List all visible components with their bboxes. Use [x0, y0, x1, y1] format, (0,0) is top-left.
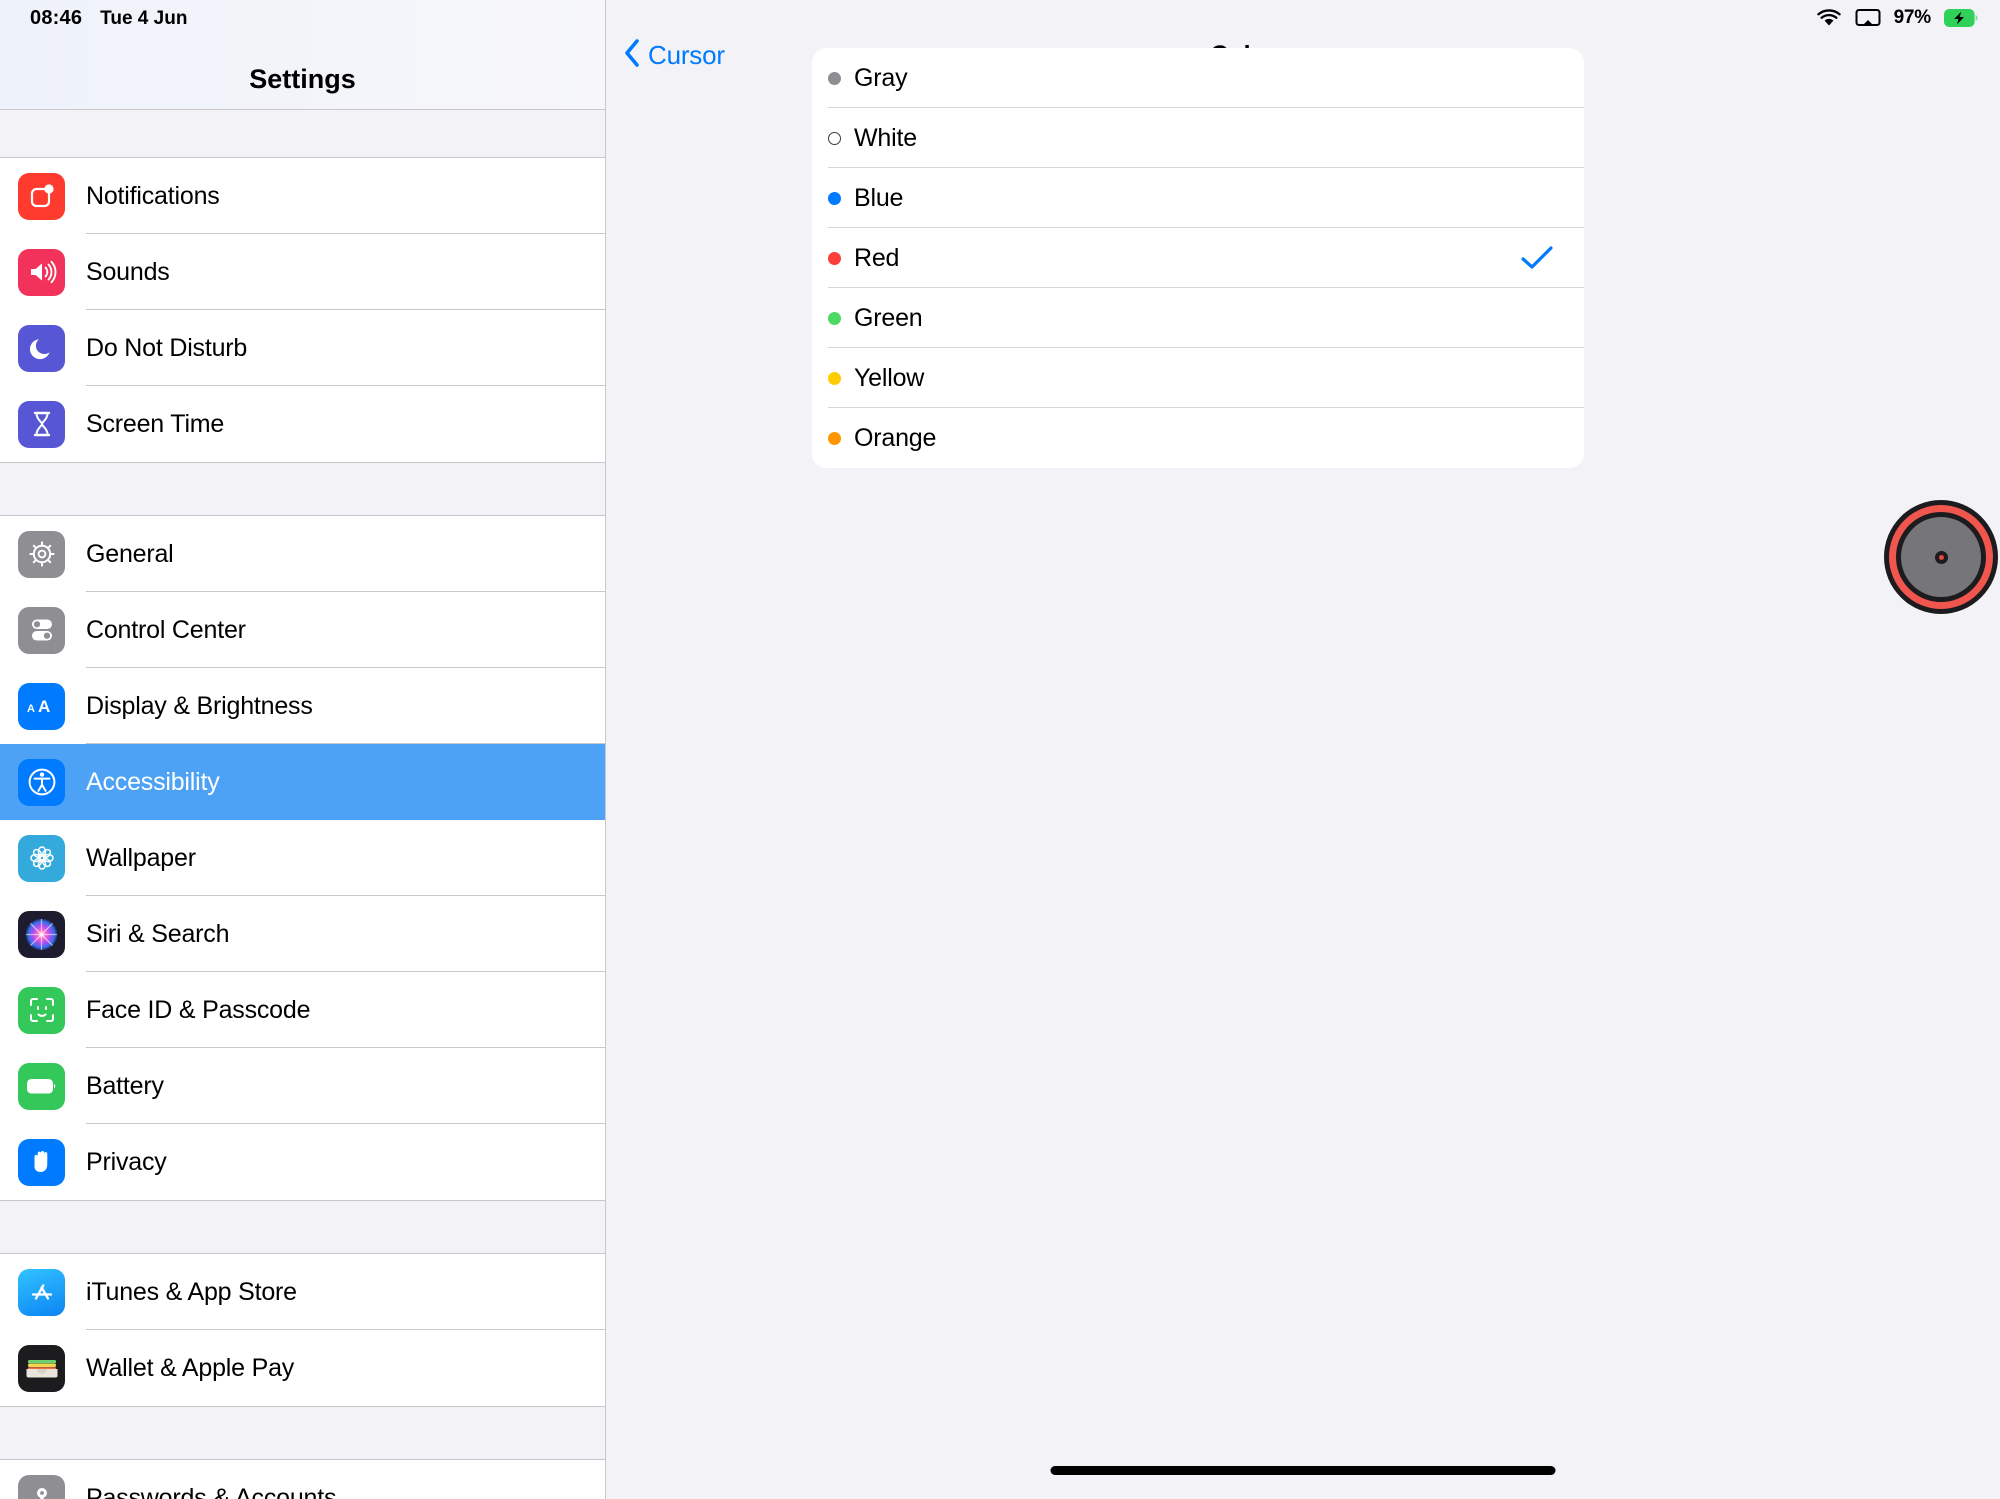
color-option-blue[interactable]: Blue [812, 168, 1584, 228]
sidebar-item-wallpaper[interactable]: Wallpaper [0, 820, 605, 896]
accessibility-icon [18, 758, 65, 806]
sidebar-item-label: Siri & Search [86, 919, 230, 948]
sidebar-item-face-id-passcode[interactable]: Face ID & Passcode [0, 972, 605, 1048]
color-option-label: Gray [854, 63, 908, 92]
color-option-orange[interactable]: Orange [812, 408, 1584, 468]
general-gear-icon [18, 530, 65, 578]
sidebar-item-wallet-apple-pay[interactable]: Wallet & Apple Pay [0, 1330, 605, 1406]
passwords-icon [18, 1474, 65, 1499]
color-swatch-green [828, 311, 841, 325]
color-swatch-orange [828, 431, 841, 445]
screen-time-icon [18, 400, 65, 448]
color-option-label: Blue [854, 183, 904, 212]
svg-text:A: A [38, 697, 50, 716]
settings-sidebar[interactable]: Settings Notifications Sounds Do Not Dis… [0, 0, 606, 1499]
sidebar-group-gap [0, 462, 605, 516]
sidebar-item-do-not-disturb[interactable]: Do Not Disturb [0, 310, 605, 386]
sidebar-item-battery[interactable]: Battery [0, 1048, 605, 1124]
display-brightness-icon: A A [18, 682, 65, 730]
privacy-hand-icon [18, 1138, 65, 1186]
sidebar-item-label: Face ID & Passcode [86, 995, 311, 1024]
sidebar-item-general[interactable]: General [0, 516, 605, 592]
sidebar-item-label: Accessibility [86, 767, 220, 796]
color-swatch-blue [828, 191, 841, 205]
sidebar-item-label: Display & Brightness [86, 691, 313, 720]
app-store-icon [18, 1268, 65, 1316]
sidebar-item-control-center[interactable]: Control Center [0, 592, 605, 668]
color-option-label: White [854, 123, 917, 152]
cursor-center-dot [1934, 550, 1948, 564]
svg-text:A: A [27, 703, 35, 715]
color-option-label: Yellow [854, 363, 925, 392]
do-not-disturb-icon [18, 324, 65, 372]
sidebar-item-itunes-app-store[interactable]: iTunes & App Store [0, 1254, 605, 1330]
sidebar-item-label: Battery [86, 1071, 164, 1100]
battery-settings-icon [18, 1062, 65, 1110]
sidebar-item-accessibility[interactable]: Accessibility [0, 744, 605, 820]
siri-icon [18, 910, 65, 958]
sidebar-item-label: Notifications [86, 181, 220, 210]
sidebar-item-passwords-accounts[interactable]: Passwords & Accounts [0, 1460, 605, 1499]
sidebar-group-gap [0, 1200, 605, 1254]
checkmark-icon [1520, 241, 1554, 275]
sidebar-item-label: Wallet & Apple Pay [86, 1353, 295, 1382]
sidebar-item-label: Screen Time [86, 409, 225, 438]
color-option-label: Green [854, 303, 923, 332]
color-swatch-yellow [828, 371, 841, 385]
sidebar-item-screen-time[interactable]: Screen Time [0, 386, 605, 462]
sidebar-item-siri-search[interactable]: Siri & Search [0, 896, 605, 972]
sidebar-item-sounds[interactable]: Sounds [0, 234, 605, 310]
chevron-left-icon [622, 37, 642, 74]
sidebar-group-gap [0, 110, 605, 158]
back-button[interactable]: Cursor [622, 37, 725, 74]
color-options-list: Gray White Blue Red Green Yellow Orange [812, 48, 1584, 468]
assistive-touch-cursor[interactable] [1896, 512, 1986, 602]
face-id-icon [18, 986, 65, 1034]
sidebar-item-label: Wallpaper [86, 843, 196, 872]
back-button-label: Cursor [648, 39, 725, 70]
color-option-white[interactable]: White [812, 108, 1584, 168]
sidebar-item-label: Passwords & Accounts [86, 1483, 337, 1499]
sidebar-group-gap [0, 1406, 605, 1460]
color-option-label: Orange [854, 423, 937, 452]
sidebar-item-display-brightness[interactable]: A A Display & Brightness [0, 668, 605, 744]
sidebar-item-label: Control Center [86, 615, 246, 644]
home-indicator[interactable] [1050, 1466, 1556, 1475]
sidebar-item-privacy[interactable]: Privacy [0, 1124, 605, 1200]
sidebar-item-notifications[interactable]: Notifications [0, 158, 605, 234]
wallpaper-icon [18, 834, 65, 882]
notifications-icon [18, 172, 65, 220]
color-option-label: Red [854, 243, 900, 272]
sidebar-header: Settings [0, 0, 605, 110]
sidebar-item-label: General [86, 539, 174, 568]
color-swatch-white [828, 131, 841, 145]
sidebar-item-label: Sounds [86, 257, 170, 286]
control-center-icon [18, 606, 65, 654]
sidebar-item-label: Do Not Disturb [86, 333, 248, 362]
page-title: Settings [249, 64, 356, 94]
color-option-gray[interactable]: Gray [812, 48, 1584, 108]
color-option-green[interactable]: Green [812, 288, 1584, 348]
wallet-icon [18, 1344, 65, 1392]
color-swatch-gray [828, 71, 841, 85]
color-swatch-red [828, 251, 841, 265]
detail-pane: Cursor Color Gray White Blue [606, 0, 2000, 1499]
color-option-yellow[interactable]: Yellow [812, 348, 1584, 408]
sidebar-item-label: iTunes & App Store [86, 1277, 297, 1306]
sidebar-item-label: Privacy [86, 1147, 167, 1176]
color-option-red[interactable]: Red [812, 228, 1584, 288]
ipad-settings-screen: 08:46 Tue 4 Jun 97% Settings Notificatio… [0, 0, 2000, 1499]
sounds-icon [18, 248, 65, 296]
